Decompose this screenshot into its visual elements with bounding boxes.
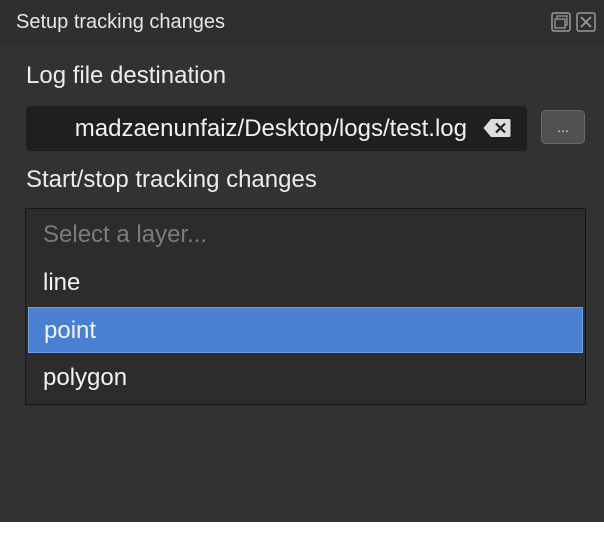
clear-input-icon[interactable] (483, 118, 511, 138)
dock-titlebar[interactable]: Setup tracking changes (0, 0, 604, 44)
float-icon[interactable] (551, 12, 571, 32)
log-path-input[interactable]: madzaenunfaiz/Desktop/logs/test.log (26, 106, 527, 151)
layer-option-point[interactable]: point (28, 307, 583, 353)
browse-button[interactable]: ... (541, 110, 585, 144)
tracking-label: Start/stop tracking changes (26, 166, 317, 193)
layer-option-line[interactable]: line (28, 260, 583, 306)
layer-option-polygon[interactable]: polygon (28, 355, 583, 401)
tracking-changes-dock: Setup tracking changes Log file destinat… (0, 0, 604, 522)
layer-dropdown-list[interactable]: Select a layer... line point polygon (25, 208, 586, 405)
dock-title: Setup tracking changes (16, 11, 226, 33)
layer-placeholder-option[interactable]: Select a layer... (28, 212, 583, 258)
log-file-label: Log file destination (26, 62, 227, 89)
log-path-value[interactable]: madzaenunfaiz/Desktop/logs/test.log (75, 115, 467, 143)
close-icon[interactable] (576, 12, 596, 32)
